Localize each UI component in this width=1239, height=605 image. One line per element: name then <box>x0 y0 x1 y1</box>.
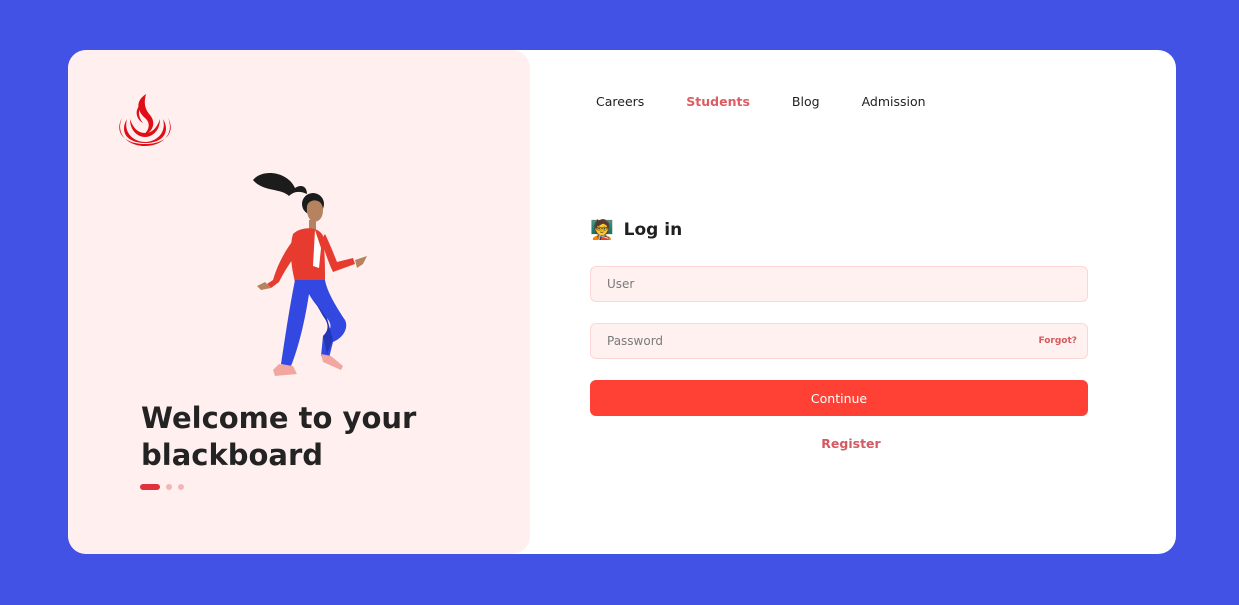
forgot-password-link[interactable]: Forgot? <box>1038 336 1077 346</box>
continue-button[interactable]: Continue <box>590 380 1088 416</box>
user-input[interactable] <box>591 267 1087 301</box>
login-header: 🧑‍🏫 Log in <box>590 220 682 240</box>
flame-logo-icon <box>119 94 171 146</box>
nav-link-students[interactable]: Students <box>686 94 750 109</box>
login-title: Log in <box>623 220 683 240</box>
welcome-panel: Welcome to your blackboard <box>68 50 530 554</box>
carousel-dots <box>140 484 184 490</box>
top-nav: Careers Students Blog Admission <box>596 94 926 109</box>
teacher-emoji-icon: 🧑‍🏫 <box>590 218 614 241</box>
nav-link-blog[interactable]: Blog <box>792 94 820 109</box>
nav-link-careers[interactable]: Careers <box>596 94 644 109</box>
running-woman-illustration <box>253 173 367 376</box>
login-card: Welcome to your blackboard Careers Stude… <box>68 50 1176 554</box>
welcome-title: Welcome to your blackboard <box>141 401 417 472</box>
carousel-dot-2[interactable] <box>166 484 172 490</box>
carousel-dot-1[interactable] <box>140 484 160 490</box>
nav-link-admission[interactable]: Admission <box>862 94 926 109</box>
password-input[interactable] <box>591 324 1087 358</box>
user-field <box>590 266 1088 302</box>
carousel-dot-3[interactable] <box>178 484 184 490</box>
register-link[interactable]: Register <box>590 436 1112 451</box>
password-field: Forgot? <box>590 323 1088 359</box>
